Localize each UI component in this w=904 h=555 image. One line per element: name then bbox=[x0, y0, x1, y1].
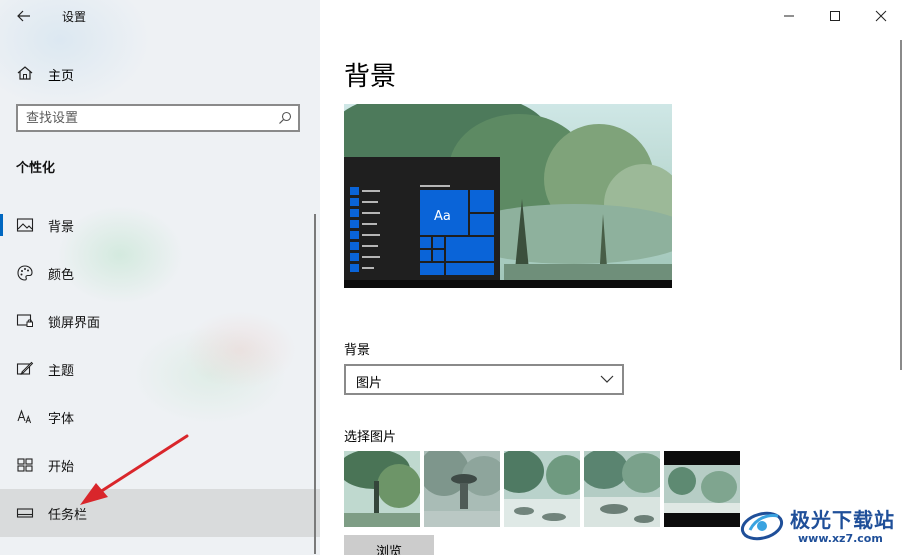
palette-icon bbox=[17, 265, 33, 281]
sidebar-item-start[interactable]: 开始 bbox=[0, 441, 320, 489]
sidebar-item-label: 任务栏 bbox=[48, 508, 88, 523]
settings-window: 设置 主页 个性化 背景 bbox=[0, 0, 904, 555]
picture-icon bbox=[16, 218, 34, 232]
minimize-icon bbox=[784, 15, 794, 17]
back-button[interactable] bbox=[10, 4, 38, 28]
maximize-button[interactable] bbox=[812, 0, 858, 32]
thumbnail-landscape[interactable] bbox=[664, 451, 740, 527]
sidebar-item-label: 锁屏界面 bbox=[48, 316, 101, 331]
chevron-down-icon bbox=[600, 375, 614, 383]
sidebar-item-themes[interactable]: 主题 bbox=[0, 345, 320, 393]
start-grid-icon bbox=[17, 458, 33, 472]
search-input[interactable] bbox=[26, 109, 266, 127]
sidebar-item-home[interactable]: 主页 bbox=[0, 58, 320, 88]
watermark-logo-icon bbox=[740, 511, 784, 541]
thumbnail-rain[interactable] bbox=[424, 451, 500, 527]
start-menu-mock-icon bbox=[350, 185, 494, 275]
thumbnail-willow[interactable] bbox=[344, 451, 420, 527]
background-type-select[interactable]: 图片 bbox=[344, 364, 624, 395]
app-title: 设置 bbox=[62, 10, 87, 24]
home-icon bbox=[17, 66, 33, 80]
lock-screen-icon bbox=[16, 314, 33, 327]
choose-picture-label: 选择图片 bbox=[344, 430, 397, 445]
picture-thumbnails bbox=[344, 451, 740, 527]
back-arrow-icon bbox=[17, 10, 30, 22]
watermark-title: 极光下载站 bbox=[790, 508, 895, 532]
sidebar-item-label: 字体 bbox=[48, 412, 75, 427]
waterfall-rocks-thumbnail-icon bbox=[584, 451, 660, 527]
watermark-url: www.xz7.com bbox=[798, 532, 883, 545]
sidebar-nav: 背景 颜色 锁屏界面 主题 字体 开始 任务栏 bbox=[0, 201, 320, 537]
background-preview: Aa bbox=[344, 104, 672, 288]
theme-brush-icon bbox=[16, 361, 34, 375]
sidebar-item-fonts[interactable]: 字体 bbox=[0, 393, 320, 441]
sidebar-item-taskbar[interactable]: 任务栏 bbox=[0, 489, 320, 537]
font-icon bbox=[17, 409, 32, 424]
start-menu-preview: Aa bbox=[344, 157, 500, 280]
sidebar-item-label: 背景 bbox=[48, 220, 75, 235]
sidebar-item-background[interactable]: 背景 bbox=[0, 201, 320, 249]
sidebar-item-colors[interactable]: 颜色 bbox=[0, 249, 320, 297]
thumbnail-waterfall[interactable] bbox=[584, 451, 660, 527]
browse-button[interactable]: 浏览 bbox=[344, 535, 434, 555]
willow-tree-thumbnail-icon bbox=[344, 451, 420, 527]
sidebar-item-label: 开始 bbox=[48, 460, 75, 475]
taskbar-icon bbox=[16, 508, 34, 518]
landscape-black-bars-thumbnail-icon bbox=[664, 451, 740, 527]
sidebar-item-lock-screen[interactable]: 锁屏界面 bbox=[0, 297, 320, 345]
close-icon bbox=[875, 10, 887, 22]
close-button[interactable] bbox=[858, 0, 904, 32]
section-title: 个性化 bbox=[16, 161, 56, 176]
sidebar-item-label: 主页 bbox=[48, 69, 75, 84]
background-type-label: 背景 bbox=[344, 343, 371, 358]
sidebar: 设置 主页 个性化 背景 bbox=[0, 0, 320, 555]
taskbar-preview bbox=[344, 280, 672, 288]
mountain-river-thumbnail-icon bbox=[504, 451, 580, 527]
search-icon[interactable] bbox=[278, 111, 292, 125]
sidebar-item-label: 主题 bbox=[48, 364, 75, 379]
tile-text: Aa bbox=[434, 209, 451, 224]
sidebar-scrollbar[interactable] bbox=[314, 214, 316, 554]
select-value: 图片 bbox=[356, 376, 383, 391]
sidebar-item-label: 颜色 bbox=[48, 268, 75, 283]
page-title: 背景 bbox=[344, 62, 397, 92]
maximize-icon bbox=[830, 11, 840, 21]
thumbnail-river[interactable] bbox=[504, 451, 580, 527]
search-box[interactable] bbox=[16, 104, 300, 132]
watermark: 极光下载站 www.xz7.com bbox=[738, 500, 904, 555]
main-scrollbar[interactable] bbox=[900, 40, 902, 370]
rain-umbrella-thumbnail-icon bbox=[424, 451, 500, 527]
minimize-button[interactable] bbox=[766, 0, 812, 32]
